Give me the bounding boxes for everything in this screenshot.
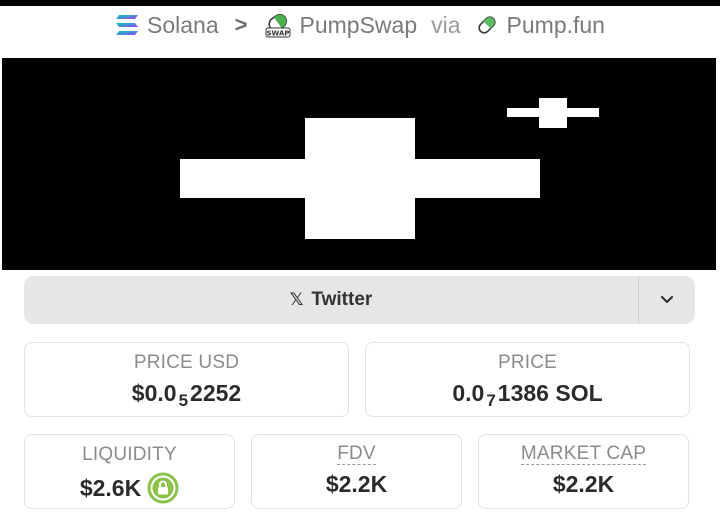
price-usd-label: PRICE USD <box>133 352 240 373</box>
chain-name: Solana <box>147 11 219 38</box>
price-usd-digits: 2252 <box>190 380 242 406</box>
liquidity-value: $2.6K <box>79 474 142 501</box>
dex-name: PumpSwap <box>299 11 418 38</box>
price-usd-zero-count: 5 <box>178 390 189 410</box>
dex-badge-text: SWAP <box>266 30 289 38</box>
fdv-card: FDV $2.2K <box>251 434 462 509</box>
chevron-down-icon <box>660 295 674 304</box>
lock-icon[interactable] <box>147 472 179 504</box>
x-icon: 𝕏 <box>289 290 304 309</box>
price-digits: 1386 SOL <box>497 380 603 406</box>
banner-shape-small-vertical <box>539 98 567 128</box>
breadcrumb-dex[interactable]: SWAP PumpSwap <box>264 11 418 39</box>
banner-shape-vertical <box>305 118 415 239</box>
market-cap-value: $2.2K <box>552 471 615 497</box>
price-prefix: 0.0 <box>452 380 485 406</box>
price-usd-value: $0.0 5 2252 <box>131 380 242 410</box>
social-links-bar: 𝕏 Twitter <box>24 276 695 324</box>
pumpswap-icon: SWAP <box>265 13 290 38</box>
breadcrumb-chain[interactable]: Solana <box>115 12 219 39</box>
price-native-value: 0.0 7 1386 SOL <box>452 380 603 410</box>
twitter-label: Twitter <box>311 289 373 310</box>
market-cap-card: MARKET CAP $2.2K <box>478 434 689 509</box>
pill-icon <box>477 16 496 34</box>
price-label: PRICE <box>497 352 558 373</box>
liquidity-label: LIQUIDITY <box>82 444 177 465</box>
chevron-right-icon: > <box>234 12 248 37</box>
price-usd-card: PRICE USD $0.0 5 2252 <box>24 342 349 417</box>
twitter-link[interactable]: 𝕏 Twitter <box>24 276 639 324</box>
top-edge <box>0 0 720 6</box>
price-usd-prefix: $0.0 <box>131 380 177 406</box>
breadcrumb-launchpad[interactable]: Pump.fun <box>475 12 605 39</box>
market-cap-label[interactable]: MARKET CAP <box>520 444 647 465</box>
fdv-value: $2.2K <box>325 471 388 497</box>
breadcrumb: Solana > SWAP PumpSwap via Pump.fun <box>0 8 720 42</box>
solana-icon <box>116 15 139 35</box>
launchpad-name: Pump.fun <box>506 11 605 38</box>
price-native-card: PRICE 0.0 7 1386 SOL <box>365 342 690 417</box>
more-links-button[interactable] <box>639 276 695 324</box>
fdv-label[interactable]: FDV <box>337 444 376 465</box>
price-zero-count: 7 <box>486 390 496 410</box>
liquidity-card: LIQUIDITY $2.6K <box>24 434 235 509</box>
via-label: via <box>431 11 461 38</box>
liquidity-value-row: $2.6K <box>80 472 179 504</box>
token-banner <box>2 58 716 270</box>
